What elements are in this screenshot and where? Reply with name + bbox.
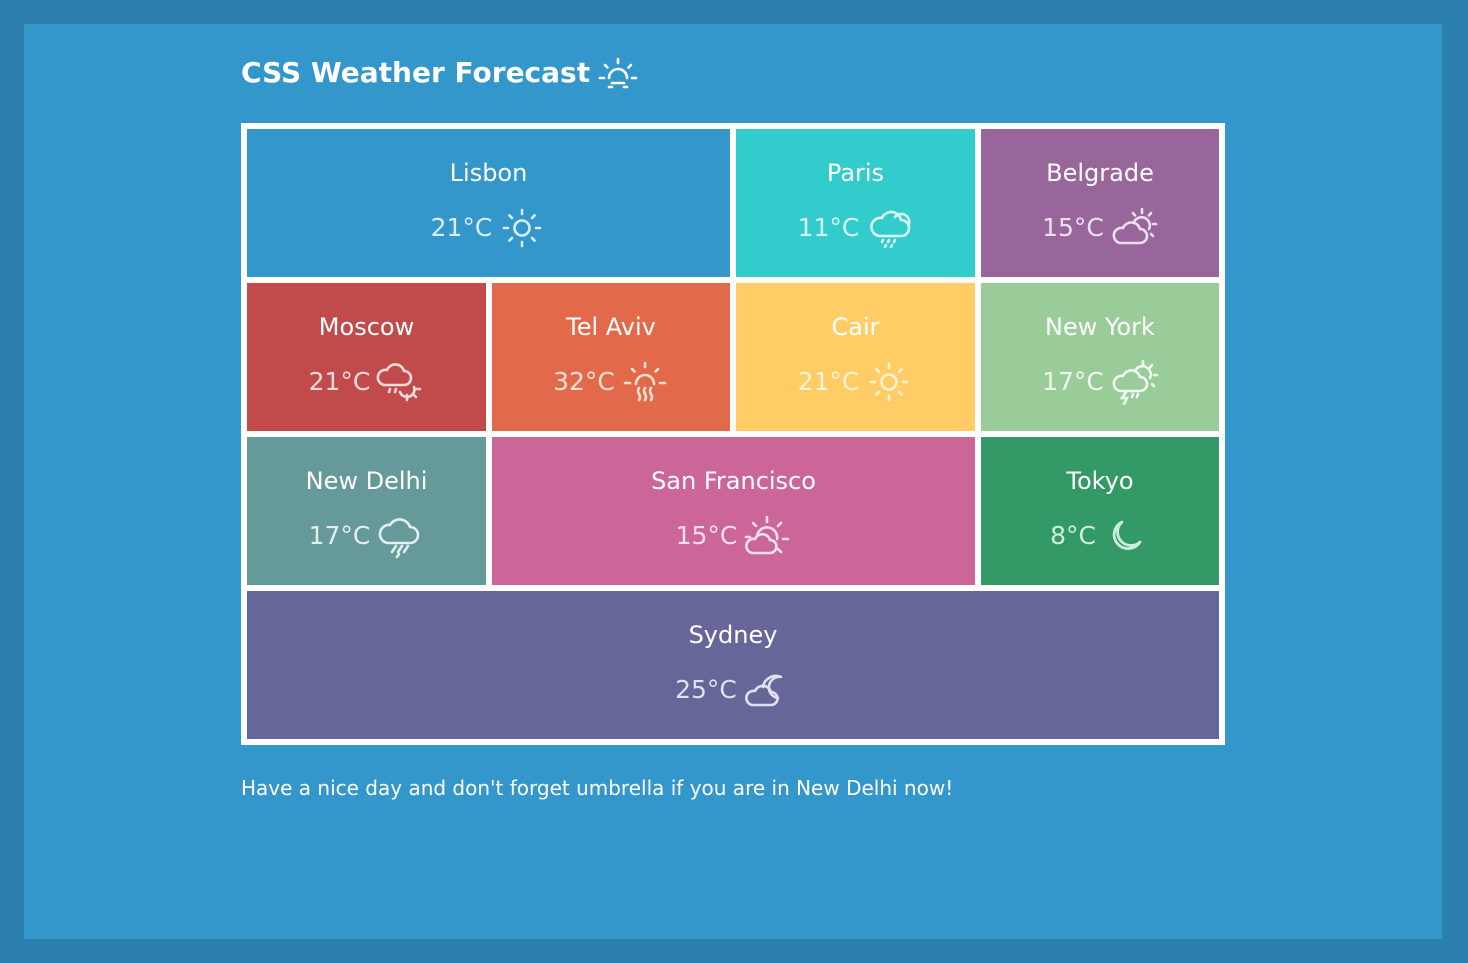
city-name: Cair: [831, 313, 880, 341]
city-tile-paris: Paris 11°C: [736, 129, 975, 277]
temperature: 32°C: [553, 367, 615, 396]
city-tile-sydney: Sydney 25°C: [247, 591, 1219, 739]
temperature: 15°C: [675, 521, 738, 550]
weather-reading: 17°C: [1042, 359, 1158, 405]
moon-icon: [1112, 520, 1142, 550]
weather-reading: 15°C: [1042, 205, 1158, 251]
temperature: 25°C: [675, 675, 737, 704]
thunderstorm-sun-icon: [1112, 359, 1158, 405]
city-name: Paris: [826, 159, 885, 187]
temperature: 11°C: [797, 213, 860, 242]
weather-reading: 21°C: [798, 359, 914, 405]
temperature: 8°C: [1050, 521, 1096, 550]
sun-icon: [503, 208, 542, 248]
temperature: 17°C: [1042, 367, 1104, 396]
city-name: San Francisco: [651, 467, 816, 495]
weather-reading: 8°C: [1050, 513, 1150, 559]
city-name: Tel Aviv: [566, 313, 656, 341]
partly-cloudy-night-icon: [744, 674, 783, 707]
city-name: Moscow: [318, 313, 415, 341]
city-tile-san-francisco: San Francisco 15°C: [492, 437, 975, 585]
forecast-grid: Lisbon 21°C Paris 11°C Belgrade 15°C Mos…: [241, 123, 1225, 745]
temperature: 15°C: [1042, 213, 1104, 242]
city-name: Lisbon: [449, 159, 528, 187]
city-tile-lisbon: Lisbon 21°C: [247, 129, 730, 277]
city-name: New Delhi: [305, 467, 428, 495]
city-tile-belgrade: Belgrade 15°C: [981, 129, 1219, 277]
weather-reading: 25°C: [675, 667, 791, 713]
city-tile-new-york: New York 17°C: [981, 283, 1219, 431]
cloud-sun-rain-icon: [376, 363, 422, 402]
sun-haze-icon: [623, 361, 667, 402]
page-title-text: CSS Weather Forecast: [241, 56, 591, 89]
temperature: 17°C: [308, 521, 371, 550]
partly-cloudy-day-icon: [1112, 207, 1158, 245]
sun-icon: [870, 362, 909, 402]
city-tile-new-delhi: New Delhi 17°C: [247, 437, 486, 585]
city-name: Tokyo: [1066, 467, 1134, 495]
temperature: 21°C: [430, 213, 493, 242]
weather-reading: 21°C: [431, 205, 547, 251]
temperature: 21°C: [308, 367, 371, 396]
city-tile-tokyo: Tokyo 8°C: [981, 437, 1219, 585]
page-title: CSS Weather Forecast: [241, 56, 638, 90]
weather-reading: 21°C: [309, 359, 425, 405]
cloud-rain-icon: [379, 518, 420, 559]
city-tile-cair: Cair 21°C: [736, 283, 975, 431]
weather-reading: 32°C: [553, 359, 669, 405]
sunrise-icon: [598, 57, 638, 89]
city-name: Belgrade: [1046, 159, 1154, 187]
cloud-drizzle-icon: [870, 210, 911, 249]
city-name: New York: [1045, 313, 1155, 341]
weather-reading: 11°C: [798, 205, 914, 251]
city-name: Sydney: [688, 621, 778, 649]
weather-reading: 17°C: [309, 513, 425, 559]
footer-message: Have a nice day and don't forget umbrell…: [241, 776, 954, 800]
city-tile-tel-aviv: Tel Aviv 32°C: [492, 283, 730, 431]
city-tile-moscow: Moscow 21°C: [247, 283, 486, 431]
temperature: 21°C: [797, 367, 860, 396]
partly-cloudy-day-icon: [745, 515, 790, 555]
weather-reading: 15°C: [676, 513, 792, 559]
